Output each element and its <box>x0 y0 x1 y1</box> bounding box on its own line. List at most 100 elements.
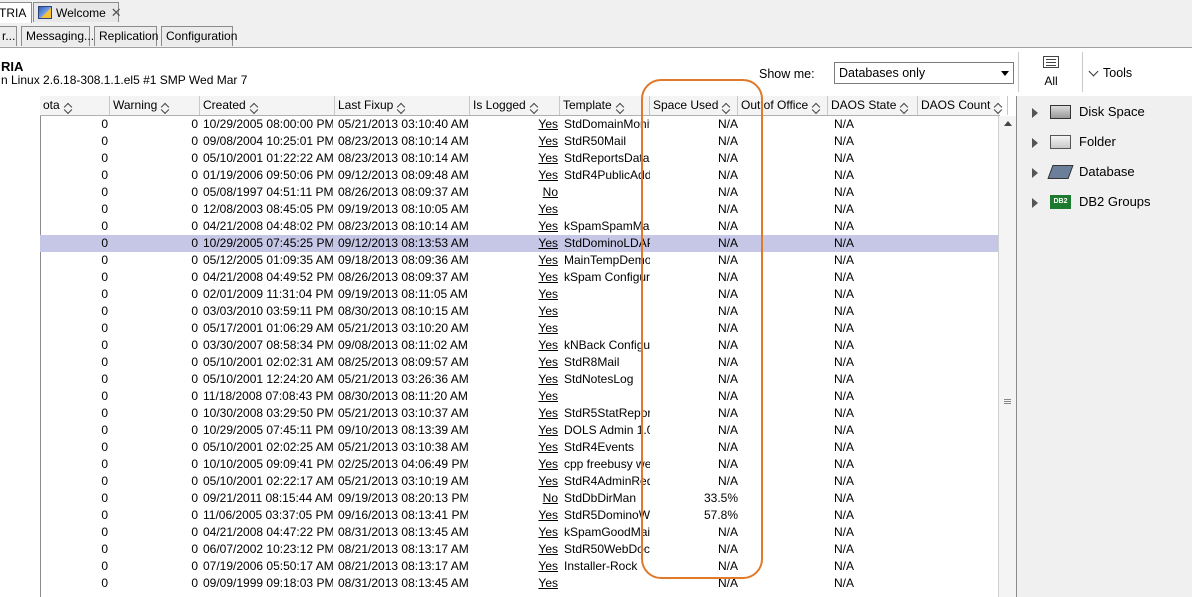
table-row[interactable]: 0 0 02/01/2009 11:31:04 PM 09/19/2013 08:11… <box>40 286 998 303</box>
table-row[interactable]: 0 0 04/21/2008 04:47:22 PM 08/31/2013 08:13… <box>40 524 998 541</box>
table-row[interactable]: 0 0 11/18/2008 07:08:43 PM 08/30/2013 08:11… <box>40 388 998 405</box>
cell-created: 06/07/2002 10:23:12 PM <box>203 542 333 556</box>
column-header-is-logged[interactable]: Is Logged <box>470 96 560 115</box>
column-header-daos-state[interactable]: DAOS State <box>828 96 918 115</box>
cell-template <box>564 201 650 218</box>
cell-ooo: N/A <box>834 253 855 267</box>
tab-configuration[interactable]: Configuration <box>161 26 237 46</box>
expand-icon[interactable] <box>1032 198 1038 208</box>
expand-icon[interactable] <box>1032 138 1038 148</box>
table-row[interactable]: 0 0 05/17/2001 01:06:29 AM 05/21/2013 03:10… <box>40 320 998 337</box>
cell-logged: Yes <box>538 542 558 556</box>
list-icon <box>1043 56 1059 68</box>
table-row[interactable]: 0 0 04/21/2008 04:49:52 PM 08/26/2013 08:09… <box>40 269 998 286</box>
cell-last-fixup: 08/30/2013 08:10:15 AM <box>338 304 468 318</box>
nav-item-folder[interactable]: Folder <box>1017 129 1192 155</box>
cell-ooo: N/A <box>834 185 855 199</box>
table-row[interactable]: 0 0 10/29/2005 07:45:25 PM 09/12/2013 08:13… <box>40 235 998 252</box>
cell-last-fixup: 05/21/2013 03:10:38 AM <box>338 440 468 454</box>
column-header-warning[interactable]: Warning <box>110 96 200 115</box>
table-row[interactable]: 0 0 07/19/2006 05:50:17 AM 08/21/2013 08:13… <box>40 558 998 575</box>
tab-messaging[interactable]: Messaging... <box>21 26 94 46</box>
table-row[interactable]: 0 0 03/03/2010 03:59:11 PM 08/30/2013 08:10… <box>40 303 998 320</box>
table-row[interactable]: 0 0 09/08/2004 10:25:01 PM 08/23/2013 08:10… <box>40 133 998 150</box>
cell-ooo: N/A <box>834 440 855 454</box>
cell-logged: Yes <box>538 219 558 233</box>
vertical-scrollbar[interactable] <box>998 116 1016 597</box>
nav-item-label: Database <box>1079 164 1135 179</box>
scroll-grip-icon[interactable] <box>1004 399 1011 400</box>
all-button[interactable]: All <box>1040 56 1062 88</box>
cell-created: 05/10/2001 01:22:22 AM <box>203 151 333 165</box>
table-row[interactable]: 0 0 05/08/1997 04:51:11 PM 08/26/2013 08:09… <box>40 184 998 201</box>
cell-created: 03/30/2007 08:58:34 PM <box>203 338 333 352</box>
cell-ooo: N/A <box>834 338 855 352</box>
show-me-value: Databases only <box>839 66 926 80</box>
cell-last-fixup: 08/30/2013 08:11:20 AM <box>338 389 468 403</box>
tools-button[interactable]: Tools <box>1088 66 1132 80</box>
cell-quota: 0 <box>101 474 108 488</box>
cell-created: 05/17/2001 01:06:29 AM <box>203 321 333 335</box>
cell-template <box>564 388 650 405</box>
cell-warning: 0 <box>191 134 198 148</box>
scroll-up-icon[interactable] <box>1004 121 1012 126</box>
db2-icon: DB2 <box>1050 195 1071 209</box>
cell-logged: Yes <box>538 474 558 488</box>
tab-server[interactable]: TRIA <box>0 2 32 24</box>
show-me-select[interactable]: Databases only <box>834 62 1014 84</box>
table-row[interactable]: 0 0 05/10/2001 01:22:22 AM 08/23/2013 08:10… <box>40 150 998 167</box>
cell-ooo: N/A <box>834 423 855 437</box>
cell-logged: Yes <box>538 287 558 301</box>
table-row[interactable]: 0 0 09/21/2011 08:15:44 AM 09/19/2013 08:20… <box>40 490 998 507</box>
close-icon[interactable]: ✕ <box>111 3 122 23</box>
cell-ooo: N/A <box>834 151 855 165</box>
table-row[interactable]: 0 0 10/29/2005 07:45:11 PM 09/10/2013 08:13… <box>40 422 998 439</box>
table-row[interactable]: 0 0 05/10/2001 12:24:20 AM 05/21/2013 03:26… <box>40 371 998 388</box>
column-header-quota[interactable]: ota <box>40 96 110 115</box>
nav-item-disk-space[interactable]: Disk Space <box>1017 99 1192 125</box>
table-row[interactable]: 0 0 03/30/2007 08:58:34 PM 09/08/2013 08:11… <box>40 337 998 354</box>
cell-warning: 0 <box>191 457 198 471</box>
cell-template <box>564 184 650 201</box>
table-row[interactable]: 0 0 10/10/2005 09:09:41 PM 02/25/2013 04:06… <box>40 456 998 473</box>
table-row[interactable]: 0 0 05/10/2001 02:02:31 AM 08/25/2013 08:09… <box>40 354 998 371</box>
tab-truncated[interactable]: r... <box>0 26 17 46</box>
cell-template <box>564 286 650 303</box>
table-row[interactable]: 0 0 12/08/2003 08:45:05 PM 09/19/2013 08:10… <box>40 201 998 218</box>
column-header-template[interactable]: Template <box>560 96 650 115</box>
table-row[interactable]: 0 0 06/07/2002 10:23:12 PM 08/21/2013 08:13… <box>40 541 998 558</box>
cell-warning: 0 <box>191 117 198 131</box>
cell-logged: Yes <box>538 406 558 420</box>
sort-icon <box>161 102 170 112</box>
cell-template: kNBack Configuration <box>564 338 650 352</box>
nav-item-database[interactable]: Database <box>1017 159 1192 185</box>
expand-icon[interactable] <box>1032 108 1038 118</box>
table-row[interactable]: 0 0 09/09/1999 09:18:03 PM 08/31/2013 08:13… <box>40 575 998 592</box>
table-row[interactable]: 0 0 04/21/2008 04:48:02 PM 08/23/2013 08:10… <box>40 218 998 235</box>
column-header-created[interactable]: Created <box>200 96 335 115</box>
table-row[interactable]: 0 0 05/12/2005 01:09:35 AM 09/18/2013 08:09… <box>40 252 998 269</box>
chevron-down-icon <box>1001 71 1009 76</box>
column-header-daos-count[interactable]: DAOS Count <box>918 96 1008 115</box>
table-row[interactable]: 0 0 10/30/2008 03:29:50 PM 05/21/2013 03:10… <box>40 405 998 422</box>
nav-item-db2-groups[interactable]: DB2 DB2 Groups <box>1017 189 1192 215</box>
expand-icon[interactable] <box>1032 168 1038 178</box>
cell-logged: Yes <box>538 236 558 250</box>
tab-replication[interactable]: Replication <box>94 26 158 46</box>
tab-welcome[interactable]: Welcome ✕ <box>33 2 122 23</box>
cell-logged: Yes <box>538 202 558 216</box>
sort-icon <box>994 102 1003 112</box>
table-row[interactable]: 0 0 10/29/2005 08:00:00 PM 05/21/2013 03:10… <box>40 116 998 133</box>
table-row[interactable]: 0 0 05/10/2001 02:22:17 AM 05/21/2013 03:10… <box>40 473 998 490</box>
column-header-last-fixup[interactable]: Last Fixup <box>335 96 470 115</box>
table-row[interactable]: 0 0 11/06/2005 03:37:05 PM 09/16/2013 08:13… <box>40 507 998 524</box>
cell-logged: Yes <box>538 559 558 573</box>
cell-warning: 0 <box>191 440 198 454</box>
table-row[interactable]: 0 0 01/19/2006 09:50:06 PM 09/12/2013 08:09… <box>40 167 998 184</box>
cell-quota: 0 <box>101 491 108 505</box>
cell-warning: 0 <box>191 236 198 250</box>
cell-quota: 0 <box>101 168 108 182</box>
cell-ooo: N/A <box>834 406 855 420</box>
cell-ooo: N/A <box>834 219 855 233</box>
table-row[interactable]: 0 0 05/10/2001 02:02:25 AM 05/21/2013 03:10… <box>40 439 998 456</box>
